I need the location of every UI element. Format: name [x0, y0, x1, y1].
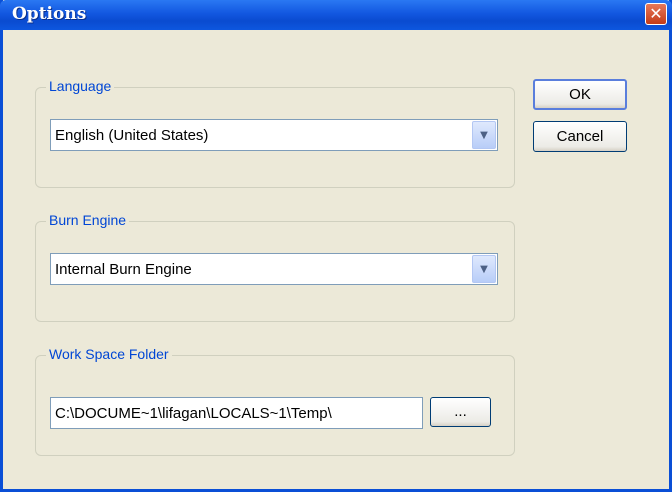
burn-engine-group-label: Burn Engine	[46, 212, 130, 228]
workspace-path-field[interactable]: C:\DOCUME~1\lifagan\LOCALS~1\Temp\	[50, 397, 423, 429]
options-dialog: Options ✕ Language English (United State…	[0, 0, 672, 492]
workspace-path-value: C:\DOCUME~1\lifagan\LOCALS~1\Temp\	[55, 405, 332, 422]
chevron-down-icon: ▼	[480, 130, 488, 141]
language-group: Language English (United States) ▼	[35, 78, 515, 188]
language-dropdown[interactable]: English (United States) ▼	[50, 119, 498, 151]
cancel-button[interactable]: Cancel	[533, 121, 627, 152]
window-title: Options	[12, 4, 87, 24]
language-dropdown-arrow[interactable]: ▼	[472, 121, 496, 149]
workspace-folder-group-label: Work Space Folder	[46, 346, 172, 362]
ok-button[interactable]: OK	[533, 79, 627, 110]
burn-engine-selected-value: Internal Burn Engine	[55, 261, 192, 278]
browse-folder-button[interactable]: ...	[430, 397, 491, 427]
close-icon: ✕	[649, 4, 663, 23]
close-button[interactable]: ✕	[645, 3, 667, 25]
chevron-down-icon: ▼	[480, 264, 488, 275]
workspace-folder-group: Work Space Folder C:\DOCUME~1\lifagan\LO…	[35, 346, 515, 456]
burn-engine-dropdown-arrow[interactable]: ▼	[472, 255, 496, 283]
title-bar[interactable]: Options ✕	[0, 0, 672, 30]
language-group-label: Language	[46, 78, 115, 94]
language-selected-value: English (United States)	[55, 127, 209, 144]
burn-engine-group: Burn Engine Internal Burn Engine ▼	[35, 212, 515, 322]
burn-engine-dropdown[interactable]: Internal Burn Engine ▼	[50, 253, 498, 285]
